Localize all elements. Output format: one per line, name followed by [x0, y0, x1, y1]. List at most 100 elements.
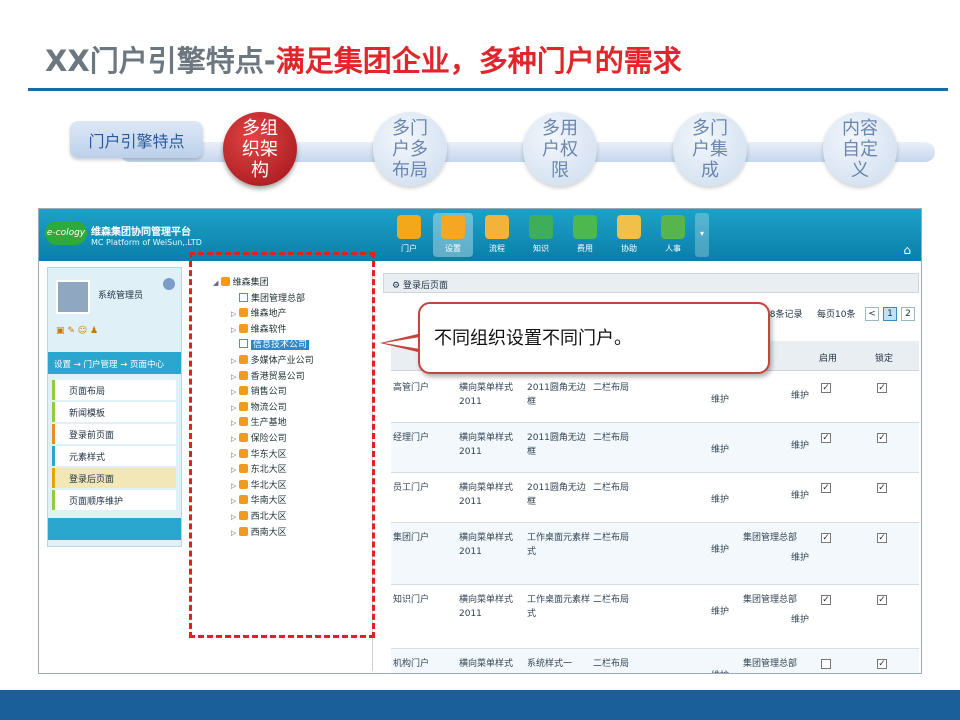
left-panel-footer [48, 518, 181, 540]
cell-menu: 横向菜单样式2011 [459, 483, 514, 507]
platform-name-en: MC Platform of WeiSun,.LTD [91, 238, 202, 247]
cell-op[interactable]: 维护 [711, 443, 751, 457]
callout-pointer-inner [384, 337, 420, 349]
nav-item-5[interactable]: 协助 [609, 213, 649, 257]
app-header: e-cology 维森集团协同管理平台 MC Platform of WeiSu… [39, 209, 921, 261]
menu-item-pre-login-page[interactable]: 登录前页面 [52, 424, 176, 444]
nav-icon [397, 215, 421, 239]
nav-label: 门户 [401, 244, 417, 253]
lock-checkbox[interactable]: ✓ [877, 659, 887, 669]
table-row[interactable]: 高管门户 横向菜单样式2011 2011圆角无边框 二栏布局 维护 维护 ✓ ✓ [391, 373, 919, 423]
panel-header: ⚙ 登录后页面 [383, 273, 919, 293]
panel-title: 登录后页面 [402, 281, 448, 291]
cell-layout: 二栏布局 [593, 659, 630, 669]
nav-label: 设置 [445, 244, 461, 253]
cell-layout: 二栏布局 [593, 433, 630, 443]
enable-checkbox[interactable]: ✓ [821, 595, 831, 605]
menu-item-page-layout[interactable]: 页面布局 [52, 380, 176, 400]
enable-checkbox[interactable]: ✓ [821, 533, 831, 543]
enable-checkbox[interactable]: ✓ [821, 383, 831, 393]
cell-style: 2011圆角无边框 [527, 383, 586, 407]
footer-bar [0, 690, 960, 720]
menu-item-news-template[interactable]: 新闻模板 [52, 402, 176, 422]
cell-menu: 横向菜单样式2011 [459, 659, 514, 669]
breadcrumb: 设置 → 门户管理 → 页面中心 [48, 352, 181, 374]
cell-maintain-link[interactable]: 维护 [791, 489, 809, 503]
cell-maintain-link[interactable]: 维护 [791, 551, 809, 565]
step-label: 门户引擎特点 [70, 121, 203, 158]
menu-item-element-style[interactable]: 元素样式 [52, 446, 176, 466]
cell-org: 集团管理总部 [743, 595, 798, 605]
step-circle-multi-permission: 多用 户权 限 [523, 112, 597, 186]
cell-org: 集团管理总部 [743, 659, 798, 669]
home-icon[interactable]: ⌂ [903, 243, 911, 257]
nav-item-4[interactable]: 费用 [565, 213, 605, 257]
left-panel: 系统管理员 ▣ ✎ ☺ ♟ 设置 → 门户管理 → 页面中心 页面布局 新闻模板… [47, 267, 182, 547]
col-enable: 启用 [819, 354, 838, 364]
lock-checkbox[interactable]: ✓ [877, 433, 887, 443]
table-row[interactable]: 员工门户 横向菜单样式2011 2011圆角无边框 二栏布局 维护 维护 ✓ ✓ [391, 473, 919, 523]
step-circle-integration: 多门 户集 成 [673, 112, 747, 186]
cell-op[interactable]: 维护 [711, 493, 751, 507]
cell-org: 集团管理总部 [743, 533, 798, 543]
nav-label: 流程 [489, 244, 505, 253]
pager-prev-button[interactable]: < [865, 307, 879, 321]
pager-page-2[interactable]: 2 [901, 307, 915, 321]
nav-icon [441, 215, 465, 239]
nav-label: 人事 [665, 244, 681, 253]
cell-layout: 二栏布局 [593, 533, 630, 543]
user-name: 系统管理员 [98, 291, 144, 301]
nav-item-3[interactable]: 知识 [521, 213, 561, 257]
lock-checkbox[interactable]: ✓ [877, 533, 887, 543]
pager-per-page: 每页10条 [817, 310, 856, 320]
cell-op[interactable]: 维护 [711, 393, 751, 407]
cell-maintain-link[interactable]: 维护 [791, 439, 809, 453]
cell-menu: 横向菜单样式2011 [459, 433, 514, 457]
menu-item-post-login-page[interactable]: 登录后页面 [52, 468, 176, 488]
platform-name: 维森集团协同管理平台 [91, 227, 191, 238]
menu-item-page-order[interactable]: 页面顺序维护 [52, 490, 176, 510]
user-tool-icons[interactable]: ▣ ✎ ☺ ♟ [56, 326, 98, 336]
nav-item-1[interactable]: 设置 [433, 213, 473, 257]
nav-icon [617, 215, 641, 239]
cell-maintain-link[interactable]: 维护 [791, 613, 809, 627]
nav-icon [529, 215, 553, 239]
table-row[interactable]: 集团门户 横向菜单样式2011 工作桌面元素样式 二栏布局 维护 集团管理总部 维护 ✓ ✓ [391, 523, 919, 585]
lock-checkbox[interactable]: ✓ [877, 383, 887, 393]
nav-icon [661, 215, 685, 239]
nav-item-0[interactable]: 门户 [389, 213, 429, 257]
nav-item-6[interactable]: 人事 [653, 213, 693, 257]
pager-page-1[interactable]: 1 [883, 307, 897, 321]
cell-layout: 二栏布局 [593, 483, 630, 493]
cell-style: 2011圆角无边框 [527, 433, 586, 457]
lock-checkbox[interactable]: ✓ [877, 483, 887, 493]
cell-menu: 横向菜单样式2011 [459, 595, 514, 619]
cell-op[interactable]: 维护 [711, 543, 751, 557]
nav-more-button[interactable]: ▾ [695, 213, 709, 257]
enable-checkbox[interactable]: ✓ [821, 433, 831, 443]
nav-icon [485, 215, 509, 239]
table-row[interactable]: 知识门户 横向菜单样式2011 工作桌面元素样式 二栏布局 维护 集团管理总部 维护 ✓ ✓ [391, 585, 919, 649]
cell-style: 工作桌面元素样式 [527, 595, 591, 619]
cell-menu: 横向菜单样式2011 [459, 383, 514, 407]
cell-maintain-link[interactable]: 维护 [791, 389, 809, 403]
cell-layout: 二栏布局 [593, 595, 630, 605]
cell-style: 工作桌面元素样式 [527, 533, 591, 557]
table-row[interactable]: 机构门户横向菜单样式2011系统样式一二栏布局维护集团管理总部✓ [391, 649, 919, 673]
step-circle-custom-content: 内容 自定 义 [823, 112, 897, 186]
step-circle-multi-portal: 多门 户多 布局 [373, 112, 447, 186]
enable-checkbox[interactable]: ✓ [821, 483, 831, 493]
lock-checkbox[interactable]: ✓ [877, 595, 887, 605]
nav-item-2[interactable]: 流程 [477, 213, 517, 257]
cell-op[interactable]: 维护 [711, 605, 751, 619]
callout-box: 不同组织设置不同门户。 [418, 302, 770, 374]
nav-icon [573, 215, 597, 239]
user-settings-icon[interactable] [163, 278, 175, 290]
step-circle-multi-org: 多组 织架 构 [223, 112, 297, 186]
avatar [56, 280, 90, 314]
nav-label: 费用 [577, 244, 593, 253]
title-highlight: 满足集团企业，多种门户的需求 [275, 44, 682, 78]
enable-checkbox[interactable] [821, 659, 831, 669]
slide-title: XX门户引擎特点-满足集团企业，多种门户的需求 [45, 38, 682, 80]
table-row[interactable]: 经理门户 横向菜单样式2011 2011圆角无边框 二栏布局 维护 维护 ✓ ✓ [391, 423, 919, 473]
